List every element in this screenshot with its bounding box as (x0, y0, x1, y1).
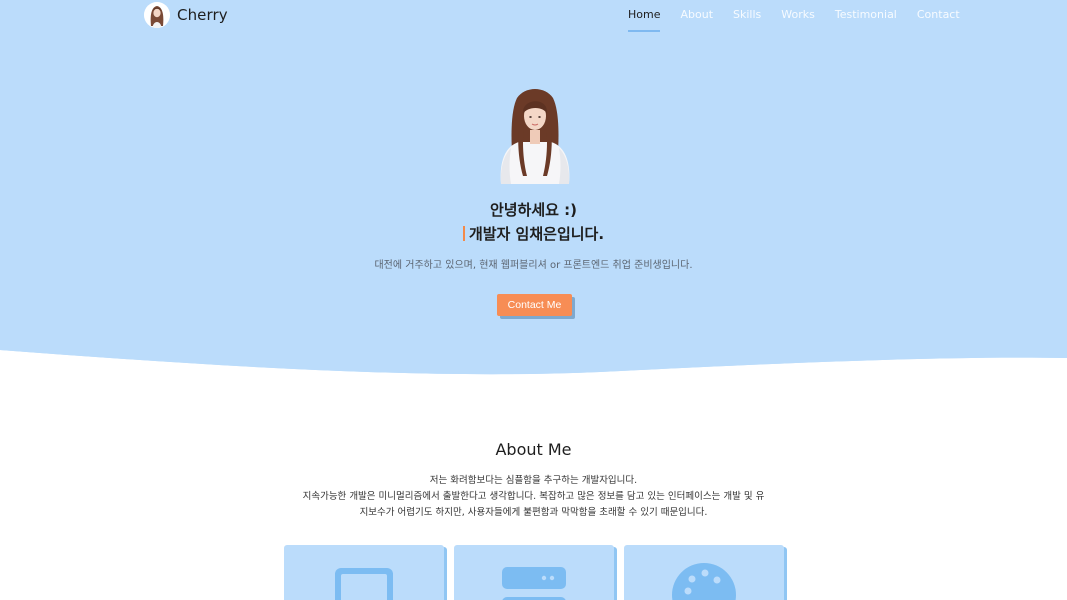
contact-me-button[interactable]: Contact Me (497, 294, 572, 316)
palette-icon (672, 563, 736, 600)
nav-item-works[interactable]: Works (781, 8, 815, 21)
server-icon (502, 567, 566, 600)
hero-section (0, 0, 1067, 380)
about-cards (284, 545, 790, 600)
about-card-design (624, 545, 784, 600)
hero-greeting: 안녕하세요 :) (489, 201, 578, 219)
hero-role: 개발자 임채은입니다. (468, 225, 605, 243)
brand-logo[interactable]: Cherry (144, 2, 228, 28)
tablet-icon (335, 568, 393, 600)
about-description: 저는 화려함보다는 심플함을 추구하는 개발자입니다. 지속가능한 개발은 미니… (0, 473, 1067, 521)
brand-name: Cherry (177, 6, 228, 24)
hero-role-line: 개발자 임채은입니다. (0, 223, 1067, 244)
hero-wave-divider (0, 340, 1067, 390)
about-title: About Me (495, 440, 572, 459)
about-card-server (454, 545, 614, 600)
portfolio-page: Cherry Home About Skills Works Testimoni… (0, 0, 1067, 600)
nav-menu: Home About Skills Works Testimonial Cont… (628, 8, 980, 32)
nav-item-contact[interactable]: Contact (917, 8, 960, 21)
nav-item-skills[interactable]: Skills (733, 8, 761, 21)
about-card-mobile (284, 545, 444, 600)
about-line: 저는 화려함보다는 심플함을 추구하는 개발자입니다. (429, 475, 638, 486)
about-line: 지속가능한 개발은 미니멀리즘에서 출발한다고 생각합니다. 복잡하고 많은 정… (302, 491, 765, 502)
nav-item-testimonial[interactable]: Testimonial (835, 8, 897, 21)
hero-intro: 대전에 거주하고 있으며, 현재 웹퍼블리셔 or 프론트엔드 취업 준비생입니… (374, 260, 693, 271)
nav-item-about[interactable]: About (680, 8, 713, 21)
brand-avatar-icon (144, 2, 170, 28)
typing-cursor (462, 226, 465, 241)
about-line: 지보수가 어렵기도 하지만, 사용자들에게 불편함과 막막함을 초래할 수 있기… (359, 507, 708, 518)
top-navigation: Cherry Home About Skills Works Testimoni… (0, 0, 1067, 36)
nav-item-home[interactable]: Home (628, 8, 661, 32)
profile-photo (500, 89, 570, 184)
